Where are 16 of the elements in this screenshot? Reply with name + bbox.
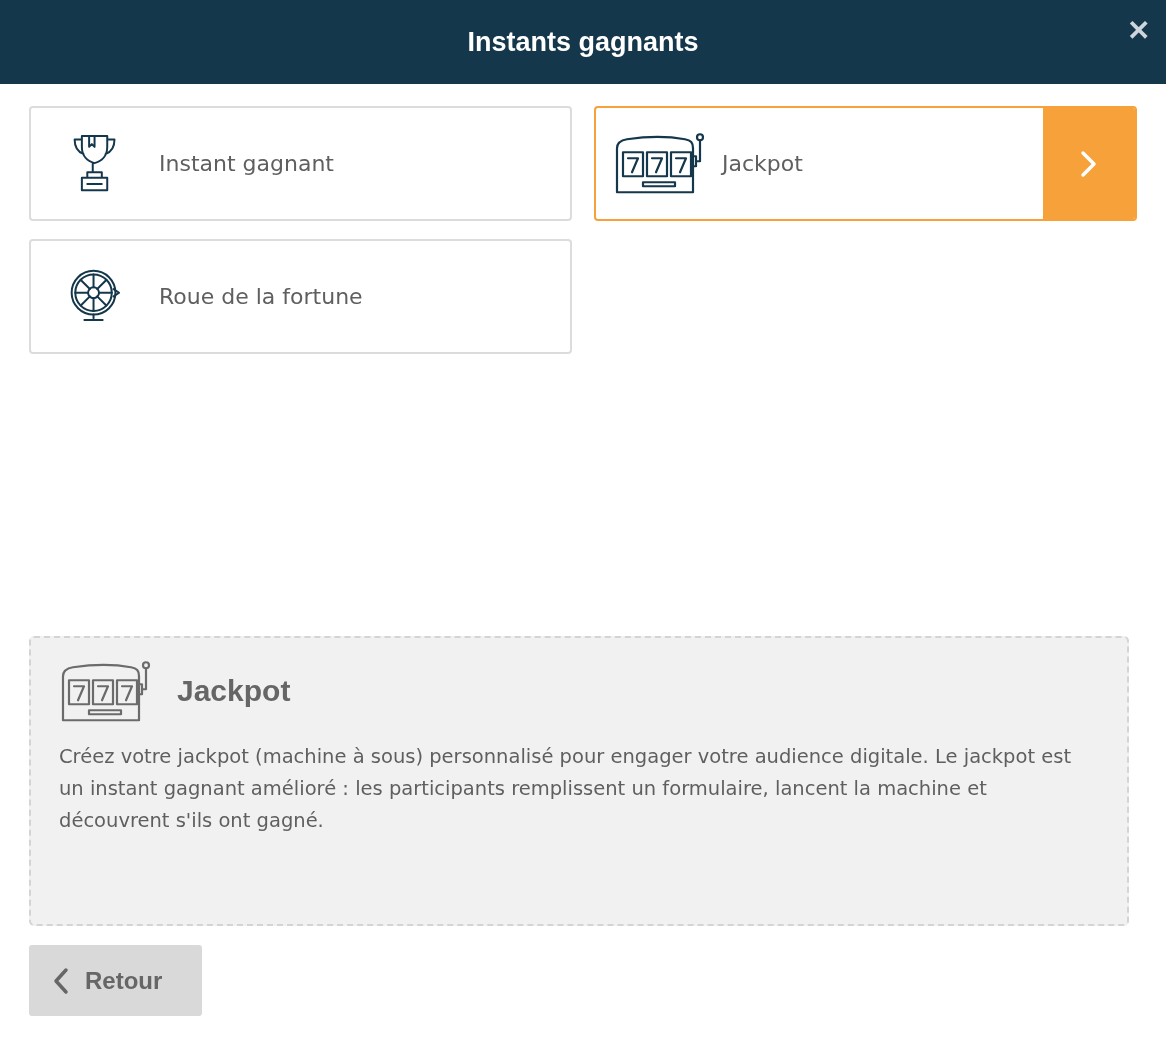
- game-label: Roue de la fortune: [159, 284, 364, 309]
- chevron-left-icon: [53, 966, 69, 995]
- back-button[interactable]: Retour: [29, 945, 202, 1016]
- dialog-title: Instants gagnants: [467, 26, 699, 58]
- game-label: Jackpot: [722, 151, 804, 176]
- chevron-right-icon: [1080, 149, 1098, 178]
- game-label: Instant gagnant: [159, 151, 335, 176]
- slot-machine-icon: [613, 132, 705, 195]
- next-button[interactable]: [1043, 108, 1135, 219]
- game-card[interactable]: Roue de la fortune: [29, 239, 572, 354]
- close-button[interactable]: ✕: [1121, 12, 1156, 49]
- game-card[interactable]: Instant gagnant: [29, 106, 572, 221]
- slot-machine-icon: [59, 660, 151, 723]
- game-card[interactable]: Jackpot: [594, 106, 1137, 221]
- description-title: Jackpot: [177, 674, 291, 709]
- description-text: Créez votre jackpot (machine à sous) personnalisé pour engager votre audience digitale. Le jackpot est un instant gagnant amélioré : les participants remplissent un formulaire, lancent la machine et découvrent s'ils ont gagné.: [59, 743, 1073, 834]
